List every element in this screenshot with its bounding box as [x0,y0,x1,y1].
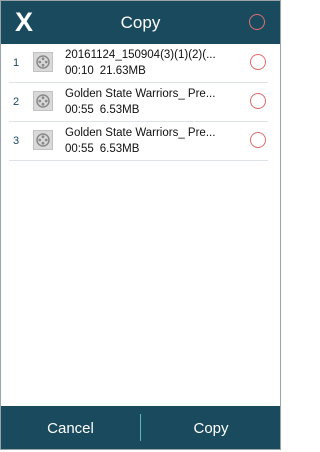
item-meta: 00:55 6.53MB [65,104,139,116]
item-size: 6.53MB [99,104,140,116]
header-bar: X Copy [1,1,280,44]
item-duration: 00:55 [65,143,94,155]
item-title: Golden State Warriors_ Pre... [65,127,216,139]
list-item[interactable]: 1 20161124_150904(3)(1)(2)(... 00:10 21.6… [9,44,268,83]
select-all-radio[interactable] [249,14,265,30]
item-index: 1 [13,57,20,69]
cancel-button[interactable]: Cancel [1,406,140,449]
item-select-radio[interactable] [250,132,266,148]
footer-bar: Cancel Copy [1,406,280,449]
item-select-radio[interactable] [250,93,266,109]
item-meta: 00:55 6.53MB [65,143,139,155]
page-title: Copy [120,13,161,32]
item-duration: 00:55 [65,104,94,116]
copy-button[interactable]: Copy [142,406,280,449]
footer-divider [140,414,141,441]
film-reel-icon [33,52,53,72]
film-reel-icon [33,130,53,150]
item-size: 21.63MB [99,65,146,77]
list-item[interactable]: 3 Golden State Warriors_ Pre... 00:55 6.5… [9,122,268,161]
copy-dialog: X Copy 1 20161124_150904(3)(1)(2)(... 00… [0,0,281,450]
file-list: 1 20161124_150904(3)(1)(2)(... 00:10 21.6… [1,44,280,161]
item-index: 2 [13,96,20,108]
item-index: 3 [13,135,20,147]
item-title: 20161124_150904(3)(1)(2)(... [65,49,216,61]
item-duration: 00:10 [65,65,94,77]
item-title: Golden State Warriors_ Pre... [65,88,216,100]
list-item[interactable]: 2 Golden State Warriors_ Pre... 00:55 6.5… [9,83,268,122]
item-size: 6.53MB [99,143,140,155]
item-meta: 00:10 21.63MB [65,65,146,77]
film-reel-icon [33,91,53,111]
item-select-radio[interactable] [250,54,266,70]
